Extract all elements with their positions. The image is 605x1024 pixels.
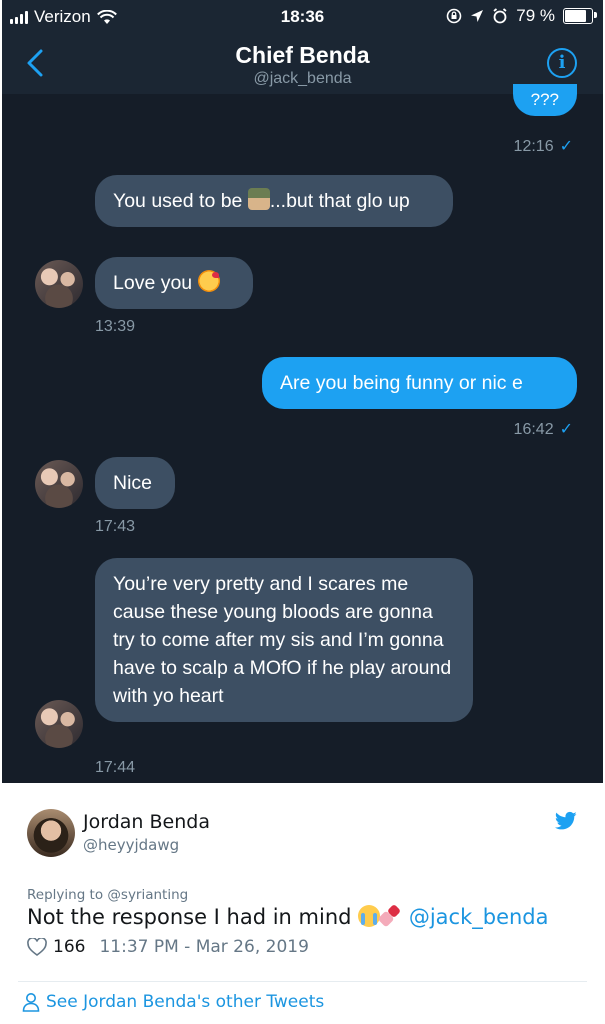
conversation-title: Chief Benda bbox=[235, 42, 370, 68]
heart-icon[interactable] bbox=[27, 938, 47, 956]
rotation-lock-icon bbox=[446, 8, 462, 24]
message-bubble-incoming[interactable]: Love you bbox=[95, 257, 253, 309]
status-right: 79 % bbox=[446, 6, 597, 26]
avatar[interactable] bbox=[27, 809, 75, 857]
status-bar: Verizon 18:36 79 % bbox=[2, 0, 603, 34]
message-text: ??? bbox=[530, 90, 559, 109]
tweet-text: Not the response I had in mind @jack_ben… bbox=[27, 905, 549, 929]
message-bubble-outgoing[interactable]: Are you being funny or nic e bbox=[262, 357, 577, 409]
tweet-author-handle[interactable]: @heyyjdawg bbox=[83, 836, 179, 854]
message-text: Are you being funny or nic e bbox=[280, 372, 523, 394]
embedded-tweet[interactable]: Jordan Benda @heyyjdawg Replying to @syr… bbox=[0, 785, 605, 1024]
message-timestamp: 13:39 bbox=[95, 318, 136, 335]
message-text: You’re very pretty and I scares me cause… bbox=[113, 573, 452, 707]
info-icon[interactable]: i bbox=[547, 48, 577, 78]
crying-emoji-icon bbox=[358, 905, 381, 927]
message-text-cont: ...but that glo up bbox=[269, 190, 410, 212]
read-check-icon: ✓ bbox=[559, 138, 573, 155]
tweet-timestamp[interactable]: 11:37 PM - Mar 26, 2019 bbox=[99, 937, 308, 957]
avatar[interactable] bbox=[35, 700, 83, 748]
message-bubble-outgoing[interactable]: ??? bbox=[512, 84, 577, 116]
tweet-author-name[interactable]: Jordan Benda bbox=[83, 811, 210, 833]
battery-icon bbox=[563, 8, 597, 24]
other-tweets-label[interactable]: See Jordan Benda's other Tweets bbox=[46, 992, 324, 1012]
read-check-icon: ✓ bbox=[559, 421, 573, 438]
message-text: Love you bbox=[113, 272, 198, 294]
message-timestamp: 16:42 ✓ bbox=[513, 421, 573, 438]
other-tweets-link[interactable]: See Jordan Benda's other Tweets bbox=[22, 992, 324, 1012]
mention-link[interactable]: @jack_benda bbox=[409, 905, 549, 929]
message-timestamp: 12:16 ✓ bbox=[513, 138, 573, 155]
avatar[interactable] bbox=[35, 260, 83, 308]
reply-mention-link[interactable]: @syrianting bbox=[107, 887, 188, 903]
dm-screen: Verizon 18:36 79 % Chief Benda @jack_ben… bbox=[2, 0, 603, 783]
kiss-emoji-icon bbox=[197, 270, 220, 292]
guard-emoji-icon bbox=[247, 188, 270, 210]
message-text: Nice bbox=[113, 472, 153, 494]
avatar[interactable] bbox=[35, 460, 83, 508]
person-icon bbox=[22, 993, 40, 1012]
message-list[interactable]: ??? 12:16 ✓ You used to be ...but that gl… bbox=[2, 84, 603, 783]
message-bubble-incoming[interactable]: You’re very pretty and I scares me cause… bbox=[95, 558, 473, 722]
two-hearts-emoji-icon bbox=[380, 905, 402, 927]
battery-percent: 79 % bbox=[516, 6, 555, 25]
message-text: You used to be bbox=[113, 190, 248, 212]
alarm-icon bbox=[493, 8, 507, 24]
message-bubble-incoming[interactable]: You used to be ...but that glo up bbox=[95, 175, 453, 227]
message-timestamp: 17:43 bbox=[95, 518, 136, 535]
tweet-stats: 166 11:37 PM - Mar 26, 2019 bbox=[27, 937, 309, 957]
reply-context: Replying to @syrianting bbox=[27, 887, 189, 903]
twitter-bird-icon[interactable] bbox=[555, 811, 577, 831]
divider bbox=[18, 981, 587, 982]
like-count[interactable]: 166 bbox=[53, 937, 85, 957]
message-timestamp: 17:44 bbox=[95, 759, 136, 776]
location-icon bbox=[471, 10, 484, 22]
message-bubble-incoming[interactable]: Nice bbox=[95, 457, 175, 509]
